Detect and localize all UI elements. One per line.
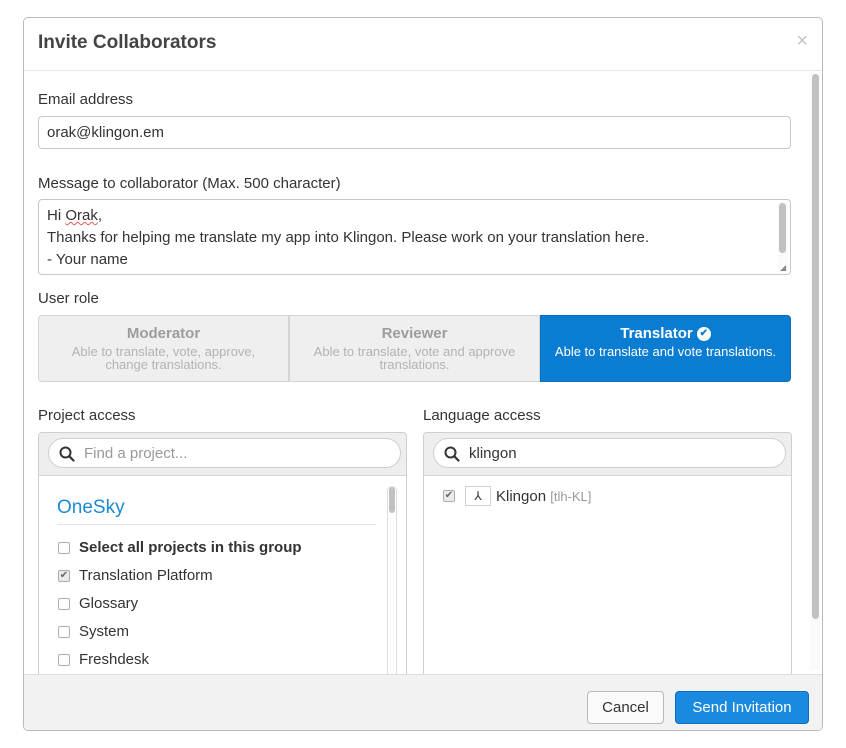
role-reviewer[interactable]: Reviewer Able to translate, vote and app… [289,315,540,382]
language-access-panel: klingon ✔ ⅄ Klingon [tlh-KL] [423,432,792,674]
language-code: [tlh-KL] [550,489,592,504]
message-textarea[interactable]: Hi Orak, Thanks for helping me translate… [38,199,791,275]
message-label: Message to collaborator (Max. 500 charac… [38,175,341,192]
message-scrollbar-thumb[interactable] [779,203,786,253]
klingon-checkbox[interactable]: ✔ [443,490,455,502]
dialog-scrollbar[interactable] [810,74,820,670]
project-search-bar: Find a project... [39,433,406,476]
project-group-title[interactable]: OneSky [57,497,376,525]
project-item-label[interactable]: Translation Platform [79,567,213,584]
language-name: Klingon [496,488,547,505]
dialog-title: Invite Collaborators [38,32,217,53]
select-all-checkbox[interactable] [58,542,70,554]
language-access-label: Language access [423,407,541,424]
role-name: Moderator [126,325,201,342]
system-checkbox[interactable] [58,626,70,638]
language-search-bar: klingon [424,433,791,476]
email-field[interactable]: orak@klingon.em [38,116,791,149]
message-line-2: Thanks for helping me translate my app i… [47,229,649,246]
role-selector: Moderator Able to translate, vote, appro… [38,315,791,382]
klingon-flag-icon: ⅄ [465,486,491,506]
project-item-label[interactable]: Glossary [79,595,138,612]
dialog-scrollbar-thumb[interactable] [812,74,819,619]
cancel-button[interactable]: Cancel [587,691,664,724]
role-description: Able to translate, vote, approve, change… [71,344,256,372]
translation-platform-checkbox[interactable]: ✔ [58,570,70,582]
message-comma: , [97,207,103,224]
role-name: Translator [620,325,693,342]
role-name-wrap: Translator ✔ [541,325,790,342]
role-name: Reviewer [381,325,448,342]
search-icon [444,446,460,462]
select-all-label[interactable]: Select all projects in this group [79,539,302,556]
project-search-input[interactable]: Find a project... [48,438,401,468]
message-line-1: Hi Orak, [47,205,782,227]
dialog-body: Email address orak@klingon.em Message to… [24,71,822,674]
message-line-3: - Your name [47,251,128,268]
check-circle-icon: ✔ [696,327,711,342]
project-search-placeholder: Find a project... [84,445,188,462]
role-translator[interactable]: Translator ✔ Able to translate and vote t… [540,315,791,382]
message-greeting: Hi [47,207,66,224]
resize-grip-icon[interactable]: ◢ [780,264,788,272]
send-invitation-button[interactable]: Send Invitation [675,691,809,724]
message-scrollbar[interactable] [778,202,788,272]
language-search-input[interactable]: klingon [433,438,786,468]
dialog-header: Invite Collaborators × [24,18,822,71]
role-description: Able to translate and vote translations. [554,344,777,359]
message-recipient-name: Orak [65,207,98,224]
glossary-checkbox[interactable] [58,598,70,610]
user-role-label: User role [38,290,99,307]
role-moderator[interactable]: Moderator Able to translate, vote, appro… [38,315,289,382]
language-item[interactable]: Klingon [tlh-KL] [496,488,591,505]
project-item-label[interactable]: System [79,623,129,640]
search-icon [59,446,75,462]
close-icon[interactable]: × [796,31,808,51]
language-search-value: klingon [469,445,517,462]
project-item-label[interactable]: Freshdesk [79,651,149,668]
role-description: Able to translate, vote and approve tran… [313,344,516,372]
freshdesk-checkbox[interactable] [58,654,70,666]
project-list-scrollbar-thumb[interactable] [389,487,395,513]
dialog-footer: Cancel Send Invitation [24,674,822,730]
project-list-scrollbar[interactable] [387,486,397,674]
project-access-panel: Find a project... OneSky Select all proj… [38,432,407,674]
invite-dialog: Invite Collaborators × Email address ora… [23,17,823,731]
email-label: Email address [38,91,134,108]
project-access-label: Project access [38,407,136,424]
